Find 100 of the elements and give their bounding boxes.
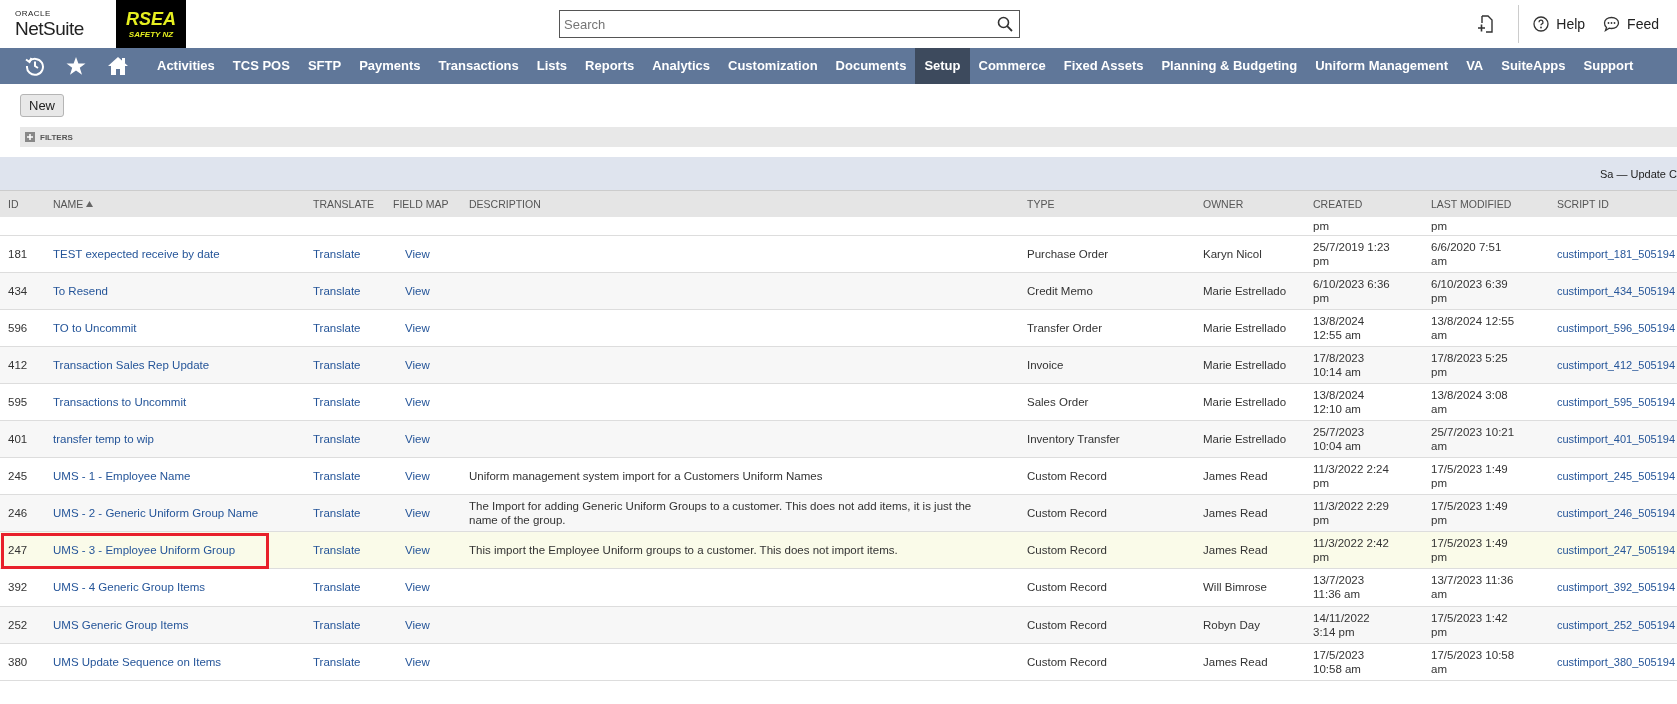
table-link[interactable]: custimport_247_505194 xyxy=(1549,531,1677,569)
table-cell: 380 xyxy=(0,643,45,680)
table-link[interactable]: custimport_596_505194 xyxy=(1549,309,1677,347)
nav-menu-item[interactable]: Fixed Assets xyxy=(1054,48,1153,84)
nav-menu-item[interactable]: Documents xyxy=(826,48,916,84)
chat-bubble-icon[interactable] xyxy=(1603,16,1621,32)
help-icon[interactable] xyxy=(1533,16,1550,32)
table-link[interactable]: View xyxy=(385,531,461,569)
nav-menu-item[interactable]: VA xyxy=(1457,48,1493,84)
table-link[interactable]: TEST exepected receive by date xyxy=(45,235,305,273)
nav-menu-item[interactable]: Support xyxy=(1574,48,1643,84)
table-link[interactable]: TO to Uncommit xyxy=(45,309,305,347)
table-link[interactable]: View xyxy=(385,606,461,643)
table-cell: 412 xyxy=(0,346,45,384)
table-link[interactable]: Transaction Sales Rep Update xyxy=(45,346,305,384)
table-link[interactable]: transfer temp to wip xyxy=(45,420,305,458)
table-link[interactable]: View xyxy=(385,569,461,606)
column-header[interactable]: ID xyxy=(0,190,45,217)
nav-menu-item[interactable]: Payments xyxy=(350,48,430,84)
table-link[interactable]: UMS Generic Group Items xyxy=(45,606,305,643)
table-cell: James Read xyxy=(1195,457,1305,495)
table-link[interactable]: Translate xyxy=(305,346,385,384)
filters-label[interactable]: FILTERS xyxy=(40,132,73,142)
table-link[interactable]: View xyxy=(385,346,461,384)
table-link[interactable]: View xyxy=(385,235,461,273)
table-link[interactable]: Translate xyxy=(305,569,385,606)
table-link[interactable]: Translate xyxy=(305,420,385,458)
table-link[interactable]: custimport_412_505194 xyxy=(1549,346,1677,384)
table-link[interactable]: Translate xyxy=(305,531,385,569)
table-link[interactable]: custimport_245_505194 xyxy=(1549,457,1677,495)
nav-menu-item[interactable]: SuiteApps xyxy=(1492,48,1575,84)
new-record-icon[interactable] xyxy=(1477,15,1494,33)
table-link[interactable]: custimport_380_505194 xyxy=(1549,643,1677,680)
table-link[interactable]: Translate xyxy=(305,457,385,495)
column-header[interactable]: TRANSLATE xyxy=(305,190,385,217)
table-link[interactable]: Translate xyxy=(305,494,385,532)
table-link[interactable]: UMS - 2 - Generic Uniform Group Name xyxy=(45,494,305,532)
nav-menu-item[interactable]: SFTP xyxy=(298,48,351,84)
search-field[interactable]: Search xyxy=(559,10,1020,38)
table-cell: Sales Order xyxy=(1019,383,1195,421)
table-link[interactable]: View xyxy=(385,272,461,310)
nav-menu-item[interactable]: TCS POS xyxy=(223,48,299,84)
table-link[interactable]: custimport_401_505194 xyxy=(1549,420,1677,458)
netsuite-logo[interactable]: ORACLE NetSuite xyxy=(0,10,115,38)
nav-menu-item[interactable]: Analytics xyxy=(643,48,720,84)
table-link[interactable]: UMS - 4 Generic Group Items xyxy=(45,569,305,606)
table-link[interactable]: Translate xyxy=(305,606,385,643)
table-link[interactable]: custimport_595_505194 xyxy=(1549,383,1677,421)
table-link[interactable]: View xyxy=(385,494,461,532)
table-link[interactable]: Translate xyxy=(305,235,385,273)
nav-menu-item[interactable]: Activities xyxy=(148,48,224,84)
column-header[interactable]: CREATED xyxy=(1305,190,1423,217)
nav-menu-item[interactable]: Planning & Budgeting xyxy=(1152,48,1307,84)
table-link[interactable]: UMS - 1 - Employee Name xyxy=(45,457,305,495)
nav-menu-item[interactable]: Setup xyxy=(915,48,970,84)
table-link[interactable]: View xyxy=(385,383,461,421)
table-link[interactable]: Translate xyxy=(305,272,385,310)
table-cell: 25/7/2019 1:23 pm xyxy=(1305,235,1423,273)
table-link[interactable]: UMS - 3 - Employee Uniform Group xyxy=(45,531,305,569)
column-header[interactable]: DESCRIPTION xyxy=(461,190,1019,217)
nav-menu-item[interactable]: Transactions xyxy=(429,48,528,84)
table-link[interactable]: custimport_434_505194 xyxy=(1549,272,1677,310)
table-link[interactable]: View xyxy=(385,420,461,458)
table-cell: Will Bimrose xyxy=(1195,569,1305,606)
column-header[interactable]: LAST MODIFIED xyxy=(1423,190,1549,217)
nav-menu-item[interactable]: Uniform Management xyxy=(1306,48,1458,84)
column-header[interactable]: FIELD MAP xyxy=(385,190,461,217)
table-link[interactable]: View xyxy=(385,457,461,495)
table-link[interactable]: Translate xyxy=(305,309,385,347)
column-header[interactable]: SCRIPT ID xyxy=(1549,190,1677,217)
header-link[interactable]: Help xyxy=(1556,16,1586,32)
history-icon[interactable] xyxy=(25,56,45,76)
nav-menu-item[interactable]: Lists xyxy=(527,48,577,84)
table-link[interactable]: Translate xyxy=(305,383,385,421)
column-header[interactable]: NAME xyxy=(45,190,305,217)
table-link[interactable]: custimport_252_505194 xyxy=(1549,606,1677,643)
search-icon[interactable] xyxy=(997,16,1013,32)
column-header[interactable]: OWNER xyxy=(1195,190,1305,217)
table-link[interactable]: View xyxy=(385,309,461,347)
header-link[interactable]: Feed xyxy=(1627,16,1659,32)
new-button[interactable]: New xyxy=(20,93,64,117)
table-cell: 13/8/2024 12:10 am xyxy=(1305,383,1423,421)
nav-menu-item[interactable]: Reports xyxy=(576,48,644,84)
table-link[interactable]: View xyxy=(385,643,461,680)
table-link[interactable]: custimport_181_505194 xyxy=(1549,235,1677,273)
nav-menu-item[interactable]: Customization xyxy=(719,48,827,84)
home-icon[interactable] xyxy=(107,56,129,76)
table-cell: 6/10/2023 6:39 pm xyxy=(1423,272,1549,310)
table-link[interactable]: Transactions to Uncommit xyxy=(45,383,305,421)
nav-menu-item[interactable]: Commerce xyxy=(969,48,1055,84)
star-icon[interactable] xyxy=(66,56,86,76)
column-header[interactable]: TYPE xyxy=(1019,190,1195,217)
table-link[interactable]: custimport_246_505194 xyxy=(1549,494,1677,532)
expand-icon[interactable] xyxy=(25,132,35,142)
table-link[interactable]: UMS Update Sequence on Items xyxy=(45,643,305,680)
table-link[interactable]: custimport_392_505194 xyxy=(1549,569,1677,606)
table-link[interactable]: Translate xyxy=(305,643,385,680)
table-link[interactable]: To Resend xyxy=(45,272,305,310)
table-cell: James Read xyxy=(1195,494,1305,532)
table-cell: 11/3/2022 2:42 pm xyxy=(1305,531,1423,569)
